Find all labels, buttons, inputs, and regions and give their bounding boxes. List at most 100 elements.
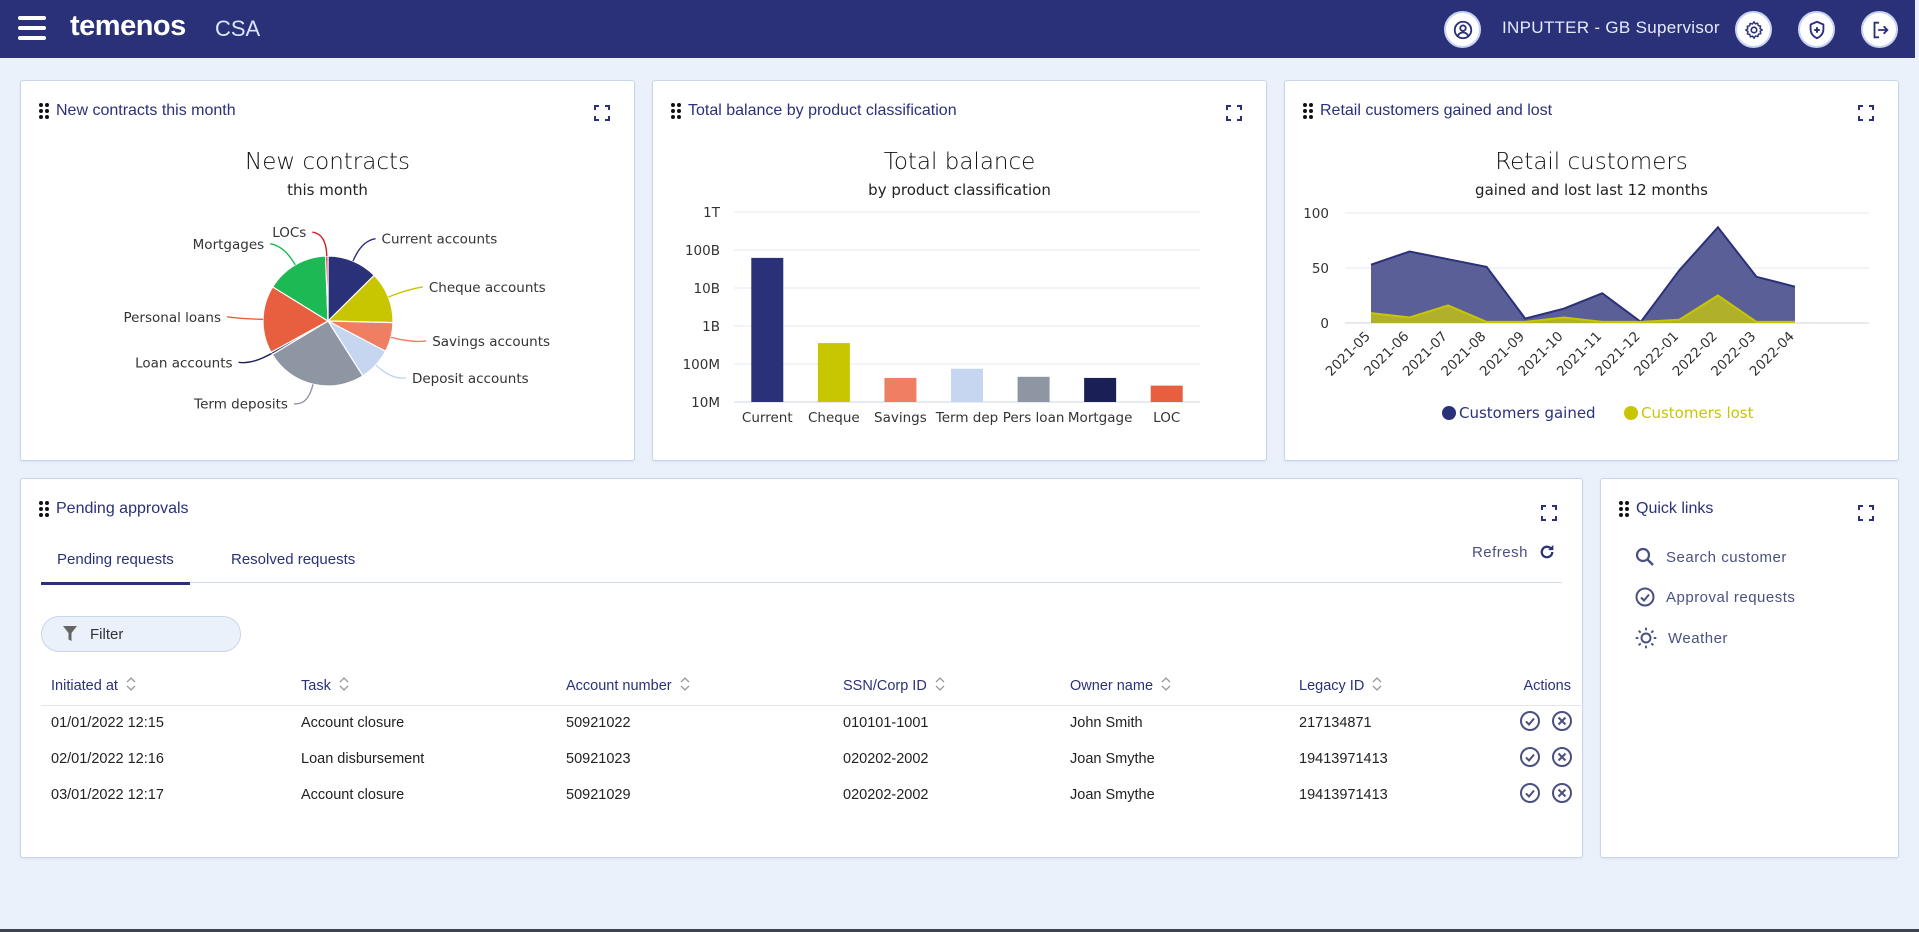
x-tick-label: Mortgage bbox=[1068, 410, 1132, 426]
cell-owner-name: John Smith bbox=[1070, 715, 1143, 732]
legend-label: Customers lost bbox=[1641, 404, 1754, 422]
table-row: 02/01/2022 12:16 Loan disbursement 5092102… bbox=[41, 741, 1583, 777]
area-chart: 0501002021-052021-062021-072021-082021-0… bbox=[1303, 206, 1869, 422]
reject-button[interactable] bbox=[1551, 782, 1573, 804]
quick-link-search-customer[interactable]: Search customer bbox=[1635, 547, 1787, 567]
cell-initiated-at: 03/01/2022 12:17 bbox=[51, 787, 164, 803]
quick-links-card: Quick links Search customer Approval req… bbox=[1600, 478, 1899, 858]
pie-label: Term deposits bbox=[193, 397, 288, 413]
legend-item[interactable]: Customers lost bbox=[1624, 404, 1754, 422]
sort-icon[interactable] bbox=[1372, 676, 1382, 695]
bar[interactable] bbox=[1017, 376, 1050, 402]
filter-button[interactable]: Filter bbox=[41, 616, 241, 652]
reject-button[interactable] bbox=[1551, 710, 1573, 732]
legend-marker bbox=[1624, 406, 1638, 420]
sort-icon[interactable] bbox=[1161, 676, 1171, 695]
column-ssn-corp-id[interactable]: SSN/Corp ID bbox=[833, 667, 1060, 706]
cell-owner-name: Joan Smythe bbox=[1070, 787, 1155, 803]
card-title: Pending approvals bbox=[56, 500, 189, 517]
pie-label: Mortgages bbox=[193, 237, 265, 253]
bar[interactable] bbox=[951, 368, 983, 402]
cell-owner-name: Joan Smythe bbox=[1070, 751, 1155, 767]
pie-label: Current accounts bbox=[382, 232, 498, 248]
user-circle-icon bbox=[1453, 20, 1472, 39]
settings-button[interactable] bbox=[1735, 11, 1772, 48]
x-tick-label: Term dep bbox=[935, 410, 998, 426]
card-title: Quick links bbox=[1636, 500, 1714, 517]
reject-button[interactable] bbox=[1551, 746, 1573, 768]
cell-legacy-id: 19413971413 bbox=[1299, 787, 1388, 803]
table-row: 03/01/2022 12:17 Account closure 50921029 0… bbox=[41, 777, 1583, 813]
bar[interactable] bbox=[1084, 377, 1117, 402]
bar[interactable] bbox=[1150, 385, 1183, 402]
x-circle-icon bbox=[1552, 711, 1572, 732]
menu-icon[interactable] bbox=[18, 16, 46, 40]
product-name: CSA bbox=[215, 16, 261, 41]
pie-label: Deposit accounts bbox=[412, 371, 529, 387]
y-tick-label: 100B bbox=[685, 243, 720, 259]
table-header-row: Initiated at Task Account number SSN/Cor… bbox=[41, 667, 1583, 706]
x-tick-label: Current bbox=[742, 410, 793, 426]
search-icon bbox=[1635, 547, 1654, 566]
bar[interactable] bbox=[884, 377, 917, 402]
drag-handle-icon[interactable] bbox=[39, 501, 49, 517]
cell-account-number: 50921022 bbox=[566, 715, 631, 732]
column-owner-name[interactable]: Owner name bbox=[1060, 667, 1289, 706]
expand-icon[interactable] bbox=[1541, 505, 1557, 521]
quick-link-approval-requests[interactable]: Approval requests bbox=[1635, 587, 1795, 607]
sort-icon[interactable] bbox=[339, 676, 349, 695]
pie-connector bbox=[312, 231, 328, 257]
bar[interactable] bbox=[751, 257, 784, 402]
security-button[interactable] bbox=[1798, 11, 1835, 48]
y-tick-label: 50 bbox=[1312, 261, 1329, 277]
table-row: 01/01/2022 12:15 Account closure 50921022 0… bbox=[41, 705, 1583, 741]
tab-bar: Pending requests Resolved requests bbox=[41, 541, 1562, 585]
total-balance-card: Total balance by product classification … bbox=[652, 80, 1267, 461]
tab-pending-requests[interactable]: Pending requests bbox=[41, 551, 190, 585]
legend-item[interactable]: Customers gained bbox=[1442, 404, 1596, 422]
column-actions: Actions bbox=[1484, 667, 1583, 706]
bar[interactable] bbox=[817, 343, 850, 402]
legend-label: Customers gained bbox=[1459, 404, 1596, 422]
pie-label: LOCs bbox=[272, 225, 306, 241]
check-circle-icon bbox=[1635, 587, 1655, 607]
pie-label: Personal loans bbox=[123, 310, 221, 326]
quick-link-weather[interactable]: Weather bbox=[1635, 627, 1728, 649]
user-role-label: INPUTTER - GB Supervisor bbox=[1502, 18, 1720, 37]
user-profile-button[interactable] bbox=[1444, 11, 1481, 48]
sort-icon[interactable] bbox=[126, 676, 136, 695]
approve-button[interactable] bbox=[1519, 746, 1541, 768]
column-account-number[interactable]: Account number bbox=[556, 667, 833, 706]
y-tick-label: 1T bbox=[703, 205, 721, 221]
bar-chart: 10M 100M 1B 10B 100B 1T Current Cheque Savings Te… bbox=[683, 205, 1200, 426]
pie-connector bbox=[226, 316, 264, 321]
pie-connector bbox=[388, 286, 423, 298]
sort-icon[interactable] bbox=[935, 676, 945, 695]
cell-legacy-id: 19413971413 bbox=[1299, 751, 1388, 767]
column-legacy-id[interactable]: Legacy ID bbox=[1289, 667, 1484, 706]
x-circle-icon bbox=[1552, 783, 1572, 803]
y-tick-label: 1B bbox=[702, 319, 720, 335]
column-initiated-at[interactable]: Initiated at bbox=[41, 667, 291, 706]
sort-icon[interactable] bbox=[680, 676, 690, 695]
pie-connector bbox=[352, 238, 376, 262]
logout-button[interactable] bbox=[1861, 11, 1898, 48]
y-tick-label: 100M bbox=[683, 357, 720, 373]
top-bar: temenos CSA INPUTTER - GB Supervisor bbox=[0, 0, 1915, 58]
tab-resolved-requests[interactable]: Resolved requests bbox=[231, 551, 355, 582]
retail-customers-card: Retail customers gained and lost Retail … bbox=[1284, 80, 1899, 461]
y-tick-label: 100 bbox=[1303, 206, 1329, 222]
cell-ssn-corp-id: 010101-1001 bbox=[843, 715, 929, 732]
approve-button[interactable] bbox=[1519, 710, 1541, 732]
check-circle-icon bbox=[1520, 783, 1540, 803]
approve-button[interactable] bbox=[1519, 782, 1541, 804]
logout-icon bbox=[1873, 21, 1889, 38]
drag-handle-icon[interactable] bbox=[1619, 501, 1629, 517]
cell-actions bbox=[1484, 741, 1583, 777]
shield-plus-icon bbox=[1809, 20, 1824, 39]
cell-initiated-at: 01/01/2022 12:15 bbox=[51, 715, 164, 732]
scrollbar[interactable] bbox=[1915, 0, 1919, 930]
column-task[interactable]: Task bbox=[291, 667, 556, 706]
expand-icon[interactable] bbox=[1858, 505, 1874, 521]
legend-marker bbox=[1442, 406, 1456, 420]
